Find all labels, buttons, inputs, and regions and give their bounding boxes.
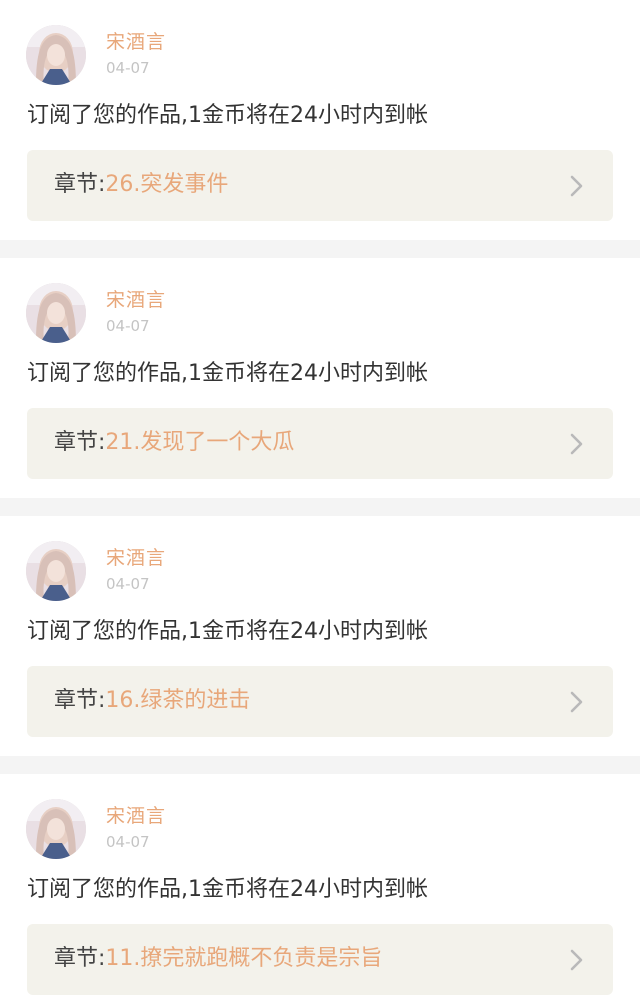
avatar-image (26, 541, 86, 601)
timestamp: 04-07 (106, 833, 150, 851)
chapter-label: 章节:11.撩完就跑概不负责是宗旨 (54, 943, 382, 975)
chapter-prefix: 章节: (54, 946, 106, 971)
chapter-prefix: 章节: (54, 430, 106, 455)
avatar-image (26, 283, 86, 343)
timestamp: 04-07 (106, 575, 150, 593)
chapter-label: 章节:26.突发事件 (54, 169, 228, 201)
avatar[interactable] (26, 541, 86, 601)
avatar-image (26, 25, 86, 85)
notification-card: 宋酒言 04-07 订阅了您的作品,1金币将在24小时内到帐 章节:26.突发事… (0, 0, 640, 240)
chevron-right-icon (570, 691, 583, 713)
username[interactable]: 宋酒言 (106, 288, 166, 312)
chapter-link[interactable]: 章节:11.撩完就跑概不负责是宗旨 (27, 924, 613, 995)
timestamp: 04-07 (106, 59, 150, 77)
chapter-prefix: 章节: (54, 172, 106, 197)
chevron-right-icon (570, 433, 583, 455)
username[interactable]: 宋酒言 (106, 804, 166, 828)
avatar[interactable] (26, 283, 86, 343)
chapter-label: 章节:16.绿茶的进击 (54, 685, 250, 717)
avatar-image (26, 799, 86, 859)
notification-card: 宋酒言 04-07 订阅了您的作品,1金币将在24小时内到帐 章节:16.绿茶的… (0, 516, 640, 756)
avatar[interactable] (26, 25, 86, 85)
avatar[interactable] (26, 799, 86, 859)
chevron-right-icon (570, 949, 583, 971)
chapter-title: 21.发现了一个大瓜 (105, 430, 295, 455)
notification-card: 宋酒言 04-07 订阅了您的作品,1金币将在24小时内到帐 章节:11.撩完就… (0, 774, 640, 998)
chevron-right-icon (570, 175, 583, 197)
notification-message: 订阅了您的作品,1金币将在24小时内到帐 (27, 361, 428, 386)
username[interactable]: 宋酒言 (106, 30, 166, 54)
chapter-link[interactable]: 章节:26.突发事件 (27, 150, 613, 221)
chapter-link[interactable]: 章节:21.发现了一个大瓜 (27, 408, 613, 479)
notification-message: 订阅了您的作品,1金币将在24小时内到帐 (27, 877, 428, 902)
notification-card: 宋酒言 04-07 订阅了您的作品,1金币将在24小时内到帐 章节:21.发现了… (0, 258, 640, 498)
chapter-link[interactable]: 章节:16.绿茶的进击 (27, 666, 613, 737)
username[interactable]: 宋酒言 (106, 546, 166, 570)
chapter-title: 11.撩完就跑概不负责是宗旨 (105, 946, 383, 971)
notification-feed: 宋酒言 04-07 订阅了您的作品,1金币将在24小时内到帐 章节:26.突发事… (0, 0, 640, 998)
chapter-prefix: 章节: (54, 688, 106, 713)
timestamp: 04-07 (106, 317, 150, 335)
chapter-label: 章节:21.发现了一个大瓜 (54, 427, 294, 459)
notification-message: 订阅了您的作品,1金币将在24小时内到帐 (27, 619, 428, 644)
chapter-title: 16.绿茶的进击 (105, 688, 251, 713)
notification-message: 订阅了您的作品,1金币将在24小时内到帐 (27, 103, 428, 128)
chapter-title: 26.突发事件 (105, 172, 229, 197)
